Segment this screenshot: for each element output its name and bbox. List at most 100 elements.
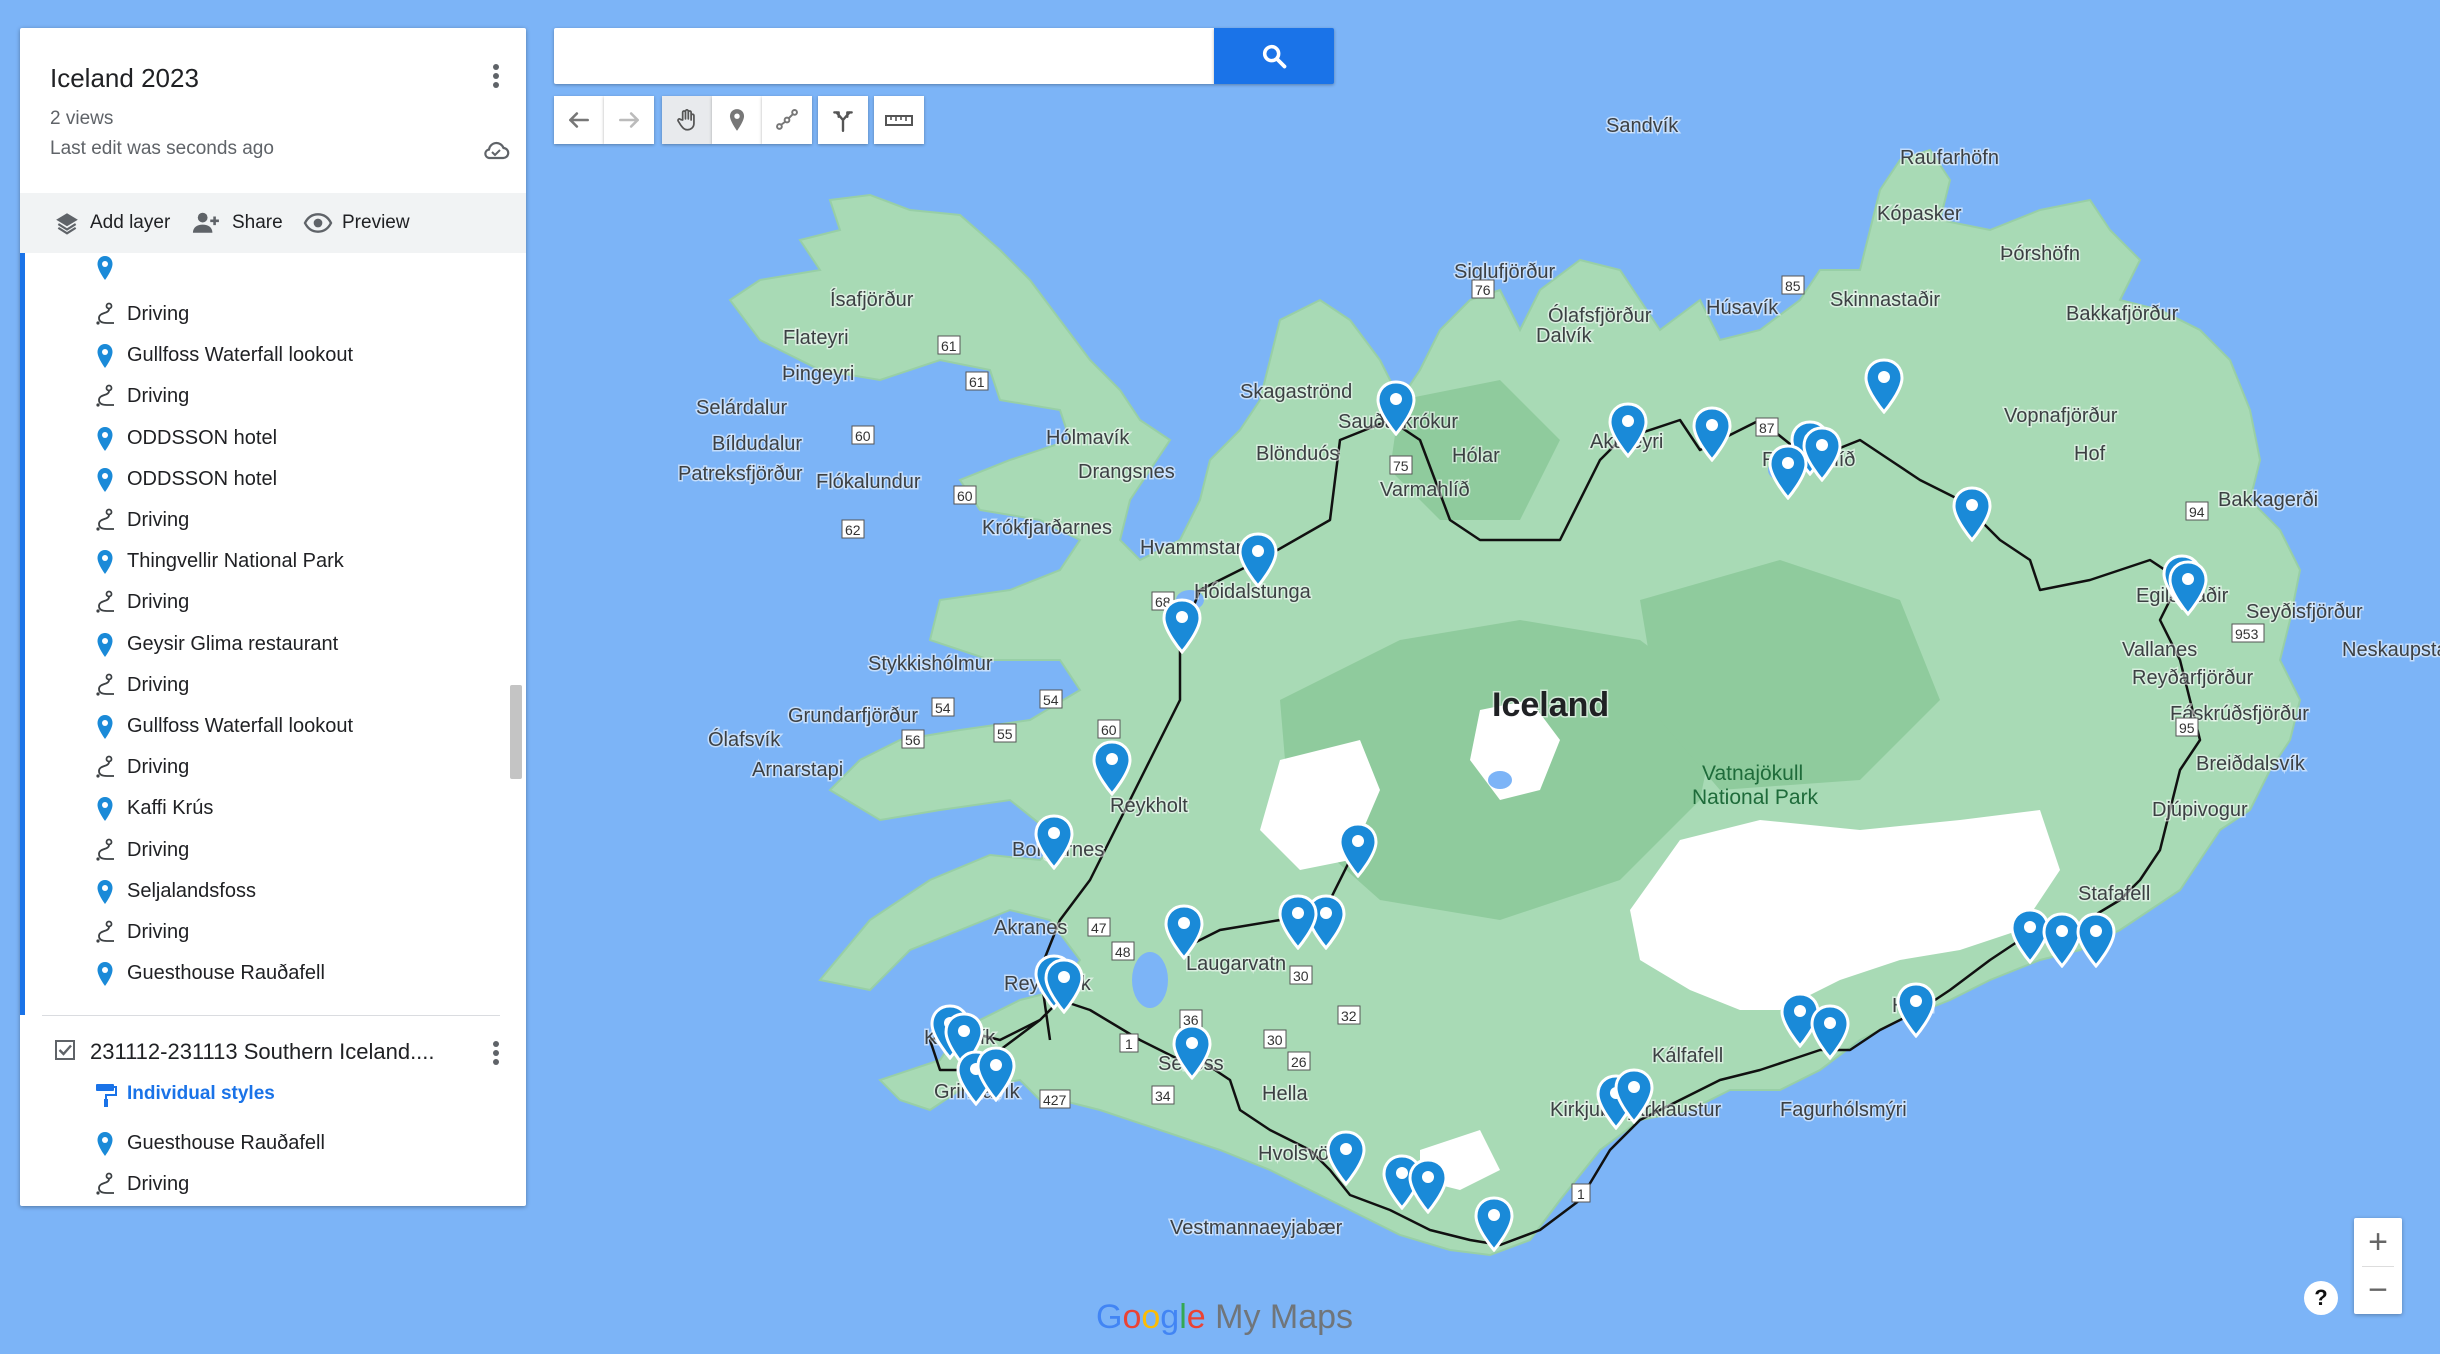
route-list-item[interactable]: Driving — [20, 582, 500, 623]
last-edit-status: Last edit was seconds ago — [50, 138, 274, 159]
draw-line-icon — [776, 109, 798, 130]
pan-hand-button[interactable] — [662, 96, 712, 144]
route-list-item[interactable]: Driving — [20, 912, 500, 953]
hand-icon — [677, 109, 695, 131]
road-number: 85 — [1785, 278, 1801, 294]
route-icon — [96, 302, 114, 325]
route-list-item[interactable]: Driving — [20, 1164, 500, 1205]
place-label: Arnarstapi — [752, 759, 843, 781]
list-item-label: Driving — [127, 756, 190, 779]
place-label: Stykkishólmur — [868, 653, 993, 675]
place-label: Raufarhöfn — [1900, 147, 1999, 169]
place-list-item[interactable]: Guesthouse Rauðafell — [20, 953, 500, 994]
list-item-label: Driving — [127, 591, 190, 614]
map-marker — [1896, 982, 1936, 1038]
zoom-out-button[interactable]: − — [2354, 1266, 2402, 1314]
place-label: Flókalundur — [816, 471, 921, 493]
measure-button[interactable] — [874, 96, 924, 144]
zoom-in-button[interactable]: + — [2354, 1218, 2402, 1266]
route-icon — [96, 590, 114, 613]
place-list-item[interactable]: Geysir Glima restaurant — [20, 624, 500, 665]
help-button[interactable]: ? — [2304, 1281, 2338, 1315]
add-directions-button[interactable] — [818, 96, 868, 144]
place-marker-icon — [97, 1132, 113, 1156]
place-list-item[interactable]: Thingvellir National Park — [20, 541, 500, 582]
route-icon — [96, 920, 114, 943]
layer-options-button[interactable] — [482, 1035, 510, 1071]
list-item-label: Driving — [127, 303, 190, 325]
road-number: 61 — [941, 338, 957, 354]
add-marker-button[interactable] — [712, 96, 762, 144]
place-label: Laugarvatn — [1186, 953, 1286, 975]
share-button[interactable]: Share — [190, 193, 283, 253]
route-list-item[interactable]: Driving — [20, 294, 500, 335]
list-item-label: Driving — [127, 385, 190, 408]
place-label: Húsavík — [1706, 297, 1779, 319]
place-list-item[interactable]: Kaffi Krús — [20, 788, 500, 829]
preview-label: Preview — [342, 212, 410, 233]
road-number: 60 — [855, 428, 871, 444]
place-label: Kálfafell — [1652, 1045, 1723, 1067]
place-label: Reyðarfjörður — [2132, 667, 2254, 689]
place-label: Bakkafjörður — [2066, 303, 2179, 325]
panel-scrollbar[interactable] — [510, 685, 522, 779]
map-title[interactable]: Iceland 2023 — [50, 63, 199, 94]
road-number: 62 — [845, 522, 861, 538]
directions-icon — [833, 111, 853, 133]
park-label-line2: National Park — [1692, 786, 1819, 809]
road-number: 34 — [1155, 1088, 1171, 1104]
individual-styles-link[interactable]: Individual styles — [127, 1083, 275, 1105]
route-list-item[interactable]: Driving — [20, 500, 500, 541]
paint-roller-icon — [96, 1084, 117, 1107]
route-list-item[interactable]: Driving — [20, 665, 500, 706]
place-label: Ísafjörður — [830, 288, 914, 311]
ruler-icon — [885, 115, 913, 126]
place-list-item[interactable]: Guesthouse Rauðafell — [20, 1123, 500, 1164]
place-label: Skagaströnd — [1240, 381, 1352, 403]
place-label: Dalvík — [1536, 325, 1593, 347]
layers-icon — [56, 213, 78, 235]
route-icon — [96, 838, 114, 861]
draw-line-button[interactable] — [762, 96, 812, 144]
place-label: Bakkagerði — [2218, 489, 2318, 511]
redo-icon — [619, 112, 639, 128]
place-label: Kópasker — [1877, 203, 1962, 225]
road-number: 953 — [2235, 626, 2259, 642]
layer-divider — [42, 1015, 500, 1016]
place-list-item[interactable]: ODDSSON hotel — [20, 459, 500, 500]
add-layer-button[interactable]: Add layer — [52, 193, 170, 253]
place-marker-icon — [97, 715, 113, 739]
route-list-item[interactable]: Driving — [20, 376, 500, 417]
search-input[interactable] — [554, 28, 1214, 84]
place-label: Sandvík — [1606, 115, 1679, 137]
place-label: Seyðisfjörður — [2246, 601, 2363, 623]
route-icon — [96, 755, 114, 778]
place-list-item[interactable]: Seljalandsfoss — [20, 1205, 500, 1206]
views-count: 2 views — [50, 108, 114, 129]
search-button[interactable] — [1214, 28, 1334, 84]
map-options-button[interactable] — [482, 56, 510, 96]
place-label: Reykholt — [1110, 795, 1188, 817]
layer-list[interactable]: Driving Gullfoss Waterfall lookout Driving… — [20, 253, 526, 1206]
road-number: 75 — [1393, 458, 1409, 474]
layer-title[interactable]: 231112-231113 Southern Iceland.... — [90, 1039, 435, 1065]
place-list-item[interactable]: Seljalandsfoss — [20, 871, 500, 912]
route-list-item[interactable]: Driving — [20, 830, 500, 871]
redo-button[interactable] — [604, 96, 654, 144]
place-list-item[interactable]: Gullfoss Waterfall lookout — [20, 335, 500, 376]
layer-visibility-checkbox[interactable] — [54, 1039, 76, 1061]
panel-action-bar: Add layer Share Preview — [20, 193, 526, 253]
list-item-label: Gullfoss Waterfall lookout — [127, 344, 354, 367]
preview-button[interactable]: Preview — [302, 193, 410, 253]
place-label: Vestmannaeyjabær — [1170, 1217, 1343, 1239]
place-list-item[interactable]: Gullfoss Waterfall lookout — [20, 706, 500, 747]
place-label: Siglufjörður — [1454, 261, 1556, 283]
search-icon — [1262, 44, 1287, 69]
undo-button[interactable] — [554, 96, 604, 144]
route-list-item[interactable]: Driving — [20, 747, 500, 788]
place-list-item[interactable]: ODDSSON hotel — [20, 418, 500, 459]
add-layer-label: Add layer — [90, 212, 171, 233]
country-label: Iceland — [1492, 686, 1609, 724]
place-label: Hólar — [1452, 445, 1500, 467]
place-list-item[interactable] — [20, 253, 500, 288]
